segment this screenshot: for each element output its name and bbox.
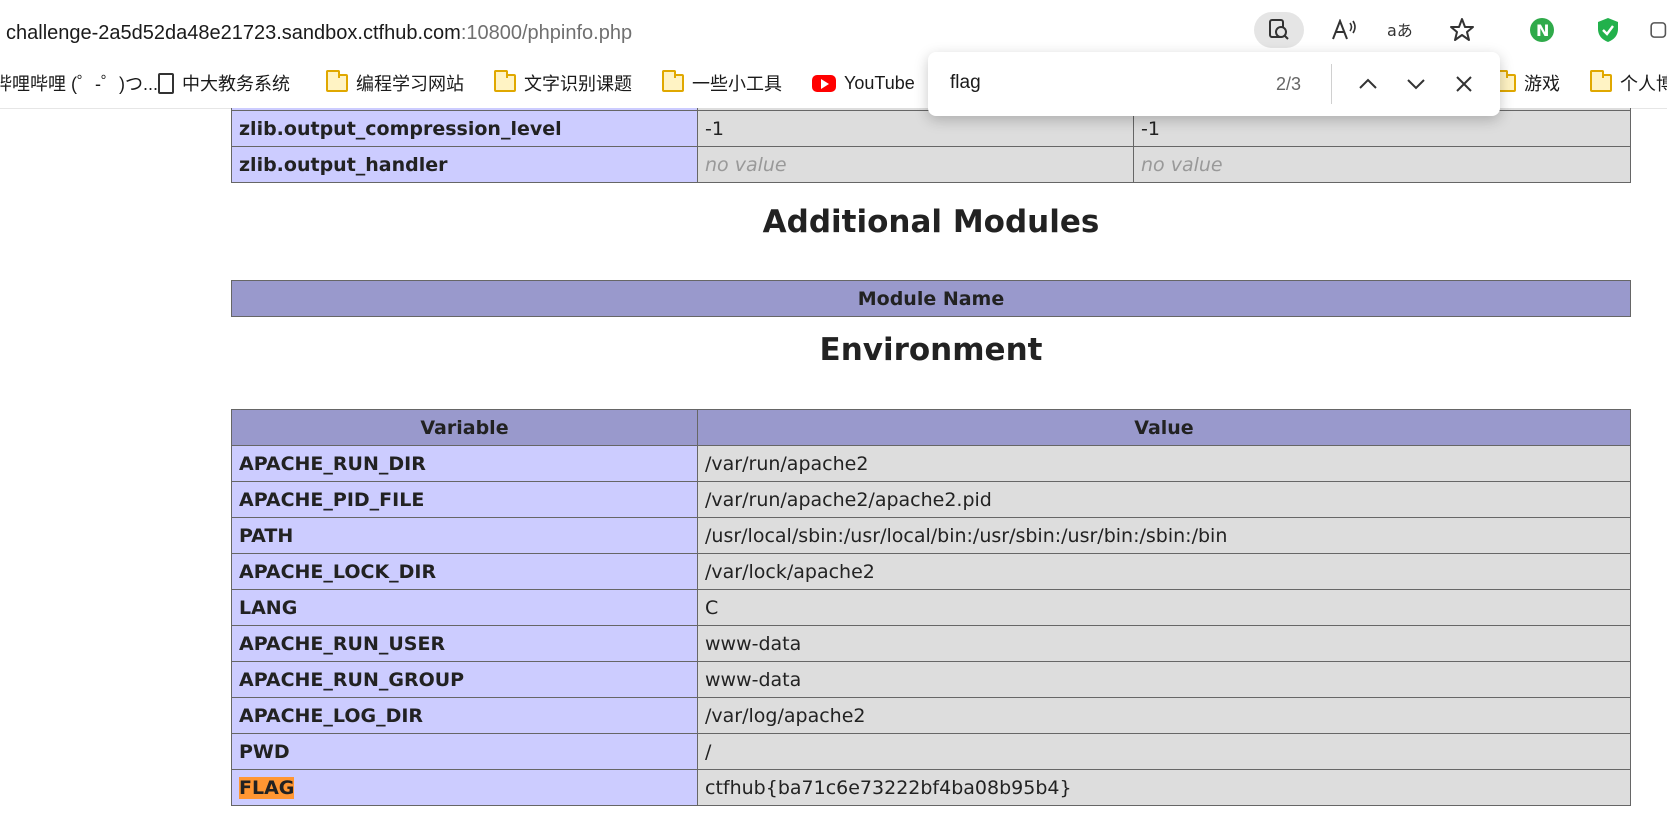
bookmark-label: 编程学习网站 <box>356 74 464 94</box>
find-divider <box>1331 64 1332 104</box>
env-variable-cell: LANG <box>231 589 698 626</box>
config-name-cell: zlib.output_compression_level <box>231 110 698 147</box>
env-variable-cell: APACHE_PID_FILE <box>231 481 698 518</box>
table-row: zlib.output_handler no value no value <box>231 146 1631 183</box>
table-row-flag: FLAG ctfhub{ba71c6e73222bf4ba08b95b4} <box>231 769 1631 806</box>
bookmark-label: 一些小工具 <box>692 74 782 94</box>
table-row: APACHE_PID_FILE/var/run/apache2/apache2.… <box>231 481 1631 518</box>
close-icon <box>1456 76 1472 92</box>
find-previous-button[interactable] <box>1350 66 1386 102</box>
chevron-up-icon <box>1359 78 1377 89</box>
bookmark-label: 文字识别课题 <box>524 74 632 94</box>
find-input[interactable]: flag <box>950 72 981 94</box>
read-aloud-icon[interactable] <box>1326 12 1362 48</box>
env-value-cell: ctfhub{ba71c6e73222bf4ba08b95b4} <box>697 769 1631 806</box>
bookmark-folder-blog[interactable]: 个人博 <box>1590 70 1667 96</box>
module-name-header: Module Name <box>231 280 1631 317</box>
table-row: APACHE_RUN_GROUP www-data <box>231 661 1631 698</box>
youtube-icon <box>812 74 836 92</box>
bookmark-folder-games[interactable]: 游戏 <box>1494 70 1560 96</box>
env-value-cell: www-data <box>697 661 1631 698</box>
find-close-button[interactable] <box>1446 66 1482 102</box>
bookmark-label: 游戏 <box>1524 74 1560 94</box>
env-variable-cell: APACHE_RUN_USER <box>231 625 698 662</box>
env-value-cell: /usr/local/sbin:/usr/local/bin:/usr/sbin… <box>697 517 1631 554</box>
env-value-cell: /var/run/apache2/apache2.pid <box>697 481 1631 518</box>
value-header: Value <box>697 409 1631 446</box>
chevron-down-icon <box>1407 79 1425 90</box>
find-next-button[interactable] <box>1398 66 1434 102</box>
env-variable-cell: APACHE_LOCK_DIR <box>231 553 698 590</box>
config-name-cell: zlib.output_handler <box>231 146 698 183</box>
table-row: LANG C <box>231 589 1631 626</box>
url-path: :10800/phpinfo.php <box>460 22 633 44</box>
no-value-text: no value <box>705 153 787 176</box>
env-variable-cell: PWD <box>231 733 698 770</box>
modules-table: Module Name <box>231 280 1631 317</box>
master-value-cell: no value <box>1133 146 1631 183</box>
bookmark-bilibili[interactable]: 哔哩哔哩 (゜-゜)つ... <box>0 70 158 96</box>
bookmark-youtube[interactable]: YouTube <box>812 70 915 96</box>
bookmark-label: YouTube <box>844 72 915 93</box>
bookmark-label: 中大教务系统 <box>182 74 290 94</box>
folder-icon <box>326 70 348 92</box>
bookmark-folder-programming[interactable]: 编程学习网站 <box>326 70 464 96</box>
zlib-config-table: zlib.output_compression_level -1 -1 zlib… <box>231 108 1631 183</box>
env-variable-cell: APACHE_RUN_DIR <box>231 445 698 482</box>
find-match-count: 2/3 <box>1276 74 1302 94</box>
bookmark-folder-ocr[interactable]: 文字识别课题 <box>494 70 632 96</box>
env-variable-cell: PATH <box>231 517 698 554</box>
url-text[interactable]: challenge-2a5d52da48e21723.sandbox.ctfhu… <box>6 22 632 45</box>
folder-icon <box>494 70 516 92</box>
address-bar-row: challenge-2a5d52da48e21723.sandbox.ctfhu… <box>0 0 1667 56</box>
environment-table: Variable Value APACHE_RUN_DIR/var/run/ap… <box>231 409 1631 806</box>
profile-icon[interactable] <box>1648 12 1667 48</box>
table-row: PATH/usr/local/sbin:/usr/local/bin:/usr/… <box>231 517 1631 554</box>
section-title-environment: Environment <box>819 332 1043 368</box>
env-variable-cell: APACHE_RUN_GROUP <box>231 661 698 698</box>
table-row: APACHE_RUN_DIR/var/run/apache2 <box>231 445 1631 482</box>
folder-icon <box>662 70 684 92</box>
env-value-cell: /var/log/apache2 <box>697 697 1631 734</box>
table-row: APACHE_LOG_DIR/var/log/apache2 <box>231 697 1631 734</box>
variable-header: Variable <box>231 409 698 446</box>
bookmark-jiaowu[interactable]: 中大教务系统 <box>158 70 290 96</box>
table-header-row: Variable Value <box>231 409 1631 446</box>
folder-icon <box>1590 70 1612 92</box>
env-value-cell: / <box>697 733 1631 770</box>
bookmark-label: 个人博 <box>1620 74 1667 94</box>
env-variable-cell: FLAG <box>231 769 698 806</box>
url-host: challenge-2a5d52da48e21723.sandbox.ctfhu… <box>6 22 461 44</box>
no-value-text: no value <box>1141 153 1223 176</box>
page-search-icon[interactable] <box>1254 12 1304 48</box>
bookmark-folder-tools[interactable]: 一些小工具 <box>662 70 782 96</box>
svg-text:aあ: aあ <box>1387 21 1413 40</box>
table-row: APACHE_RUN_USER www-data <box>231 625 1631 662</box>
env-value-cell: /var/run/apache2 <box>697 445 1631 482</box>
favorite-star-icon[interactable] <box>1444 12 1480 48</box>
svg-text:N: N <box>1536 21 1549 40</box>
table-row: APACHE_LOCK_DIR/var/lock/apache2 <box>231 553 1631 590</box>
find-match-highlight: FLAG <box>239 776 295 799</box>
extension-n-icon[interactable]: N <box>1524 12 1560 48</box>
env-value-cell: C <box>697 589 1631 626</box>
page-icon <box>158 72 174 94</box>
local-value-cell: no value <box>697 146 1134 183</box>
find-in-page-bar: flag 2/3 <box>928 52 1500 116</box>
extension-shield-icon[interactable] <box>1590 12 1626 48</box>
phpinfo-page: zlib.output_compression_level -1 -1 zlib… <box>0 108 1667 833</box>
address-field[interactable]: challenge-2a5d52da48e21723.sandbox.ctfhu… <box>0 7 1500 52</box>
bookmark-label: 哔哩哔哩 (゜-゜)つ... <box>0 74 158 94</box>
table-row: PWD / <box>231 733 1631 770</box>
section-title-additional-modules: Additional Modules <box>762 204 1100 240</box>
env-variable-cell: APACHE_LOG_DIR <box>231 697 698 734</box>
env-value-cell: www-data <box>697 625 1631 662</box>
translate-icon[interactable]: aあ <box>1384 12 1420 48</box>
env-value-cell: /var/lock/apache2 <box>697 553 1631 590</box>
table-header-row: Module Name <box>231 280 1631 317</box>
